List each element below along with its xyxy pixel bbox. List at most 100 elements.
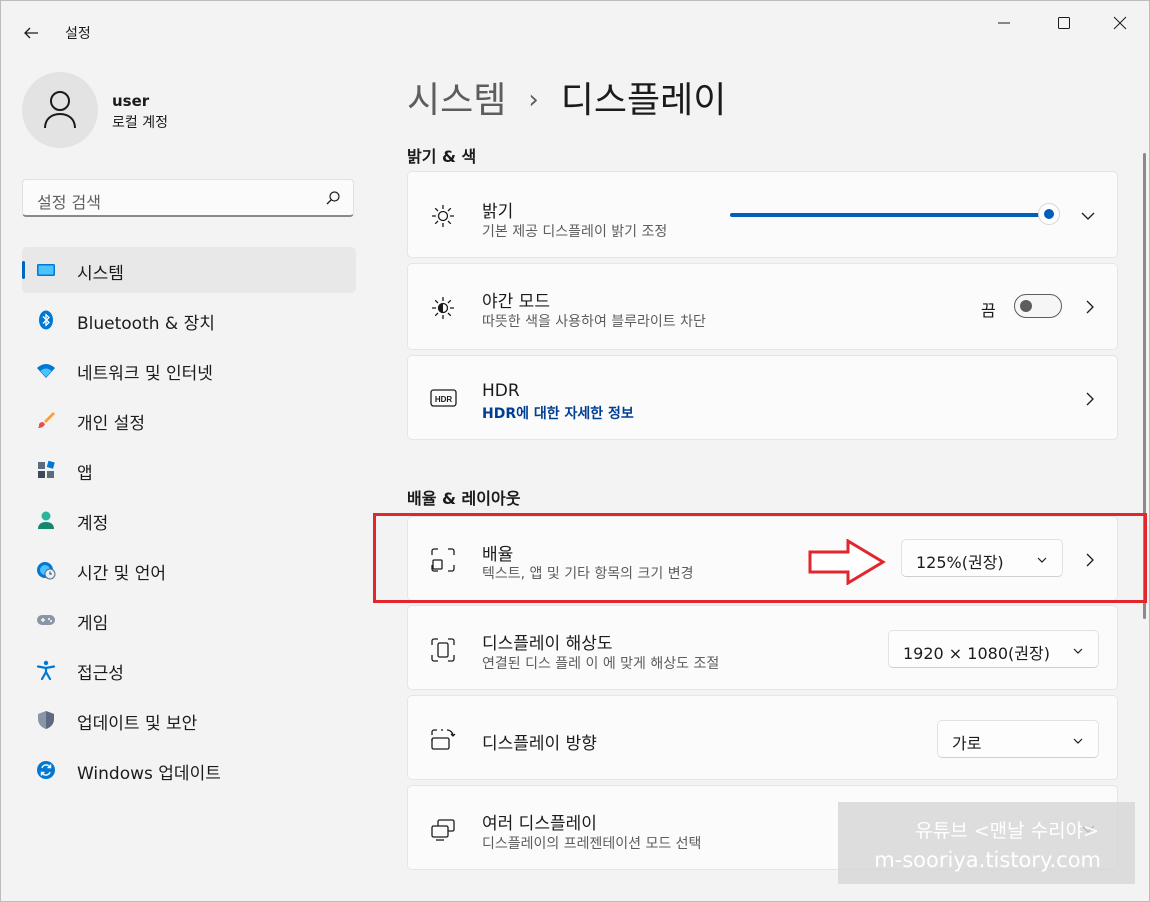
night-light-icon: [432, 297, 454, 319]
account-type: 로컬 계정: [112, 115, 168, 131]
multiple-displays-title: 여러 디스플레이: [482, 814, 597, 834]
app-title: 설정: [65, 26, 91, 42]
breadcrumb-separator: ›: [528, 85, 539, 115]
night-mode-card[interactable]: 야간 모드 따뜻한 색을 사용하여 블루라이트 차단 끔: [407, 263, 1118, 350]
sidebar-item-label: 네트워크 및 인터넷: [77, 364, 213, 384]
brightness-card: 밝기 기본 제공 디스플레이 밝기 조정: [407, 171, 1118, 258]
apps-icon: [38, 460, 55, 478]
settings-window: 설정 user 로컬 계정 설정 검색 시스템 Bluetooth & 장치 네…: [0, 0, 1150, 902]
resolution-subtitle: 연결된 디스 플레 이 에 맞게 해상도 조절: [482, 656, 720, 672]
sun-icon: [432, 205, 454, 227]
update-icon: [37, 761, 55, 779]
brightness-subtitle: 기본 제공 디스플레이 밝기 조정: [482, 224, 668, 240]
watermark-line1: 유튜브 <맨날 수리야>: [915, 820, 1099, 842]
resolution-card: 디스플레이 해상도 연결된 디스 플레 이 에 맞게 해상도 조절 1920 ×…: [407, 605, 1118, 690]
sidebar-item-apps[interactable]: 앱: [22, 447, 356, 493]
sidebar-item-label: 시스템: [77, 264, 124, 284]
night-mode-subtitle: 따뜻한 색을 사용하여 블루라이트 차단: [482, 314, 706, 330]
sidebar-item-accessibility[interactable]: 접근성: [22, 647, 356, 693]
search-icon: [326, 191, 340, 205]
maximize-button[interactable]: [1041, 3, 1087, 41]
user-name: user: [112, 92, 150, 110]
sidebar-item-windows-update[interactable]: Windows 업데이트: [22, 747, 356, 793]
close-icon: [1113, 16, 1127, 30]
orientation-dropdown[interactable]: 가로: [937, 720, 1099, 758]
resolution-icon: [431, 638, 455, 662]
shield-icon: [38, 711, 54, 729]
sidebar-item-system[interactable]: 시스템: [22, 247, 356, 293]
resolution-value: 1920 × 1080(권장): [903, 644, 1050, 663]
night-mode-state: 끔: [981, 301, 996, 320]
gamepad-icon: [37, 615, 55, 625]
brightness-slider-thumb[interactable]: [1038, 203, 1060, 225]
search-input[interactable]: 설정 검색: [22, 179, 354, 217]
sidebar-item-time-language[interactable]: 시간 및 언어: [22, 547, 356, 593]
night-mode-title: 야간 모드: [482, 292, 550, 312]
orientation-card: 디스플레이 방향 가로: [407, 695, 1118, 780]
multiple-displays-icon: [431, 819, 455, 841]
orientation-title: 디스플레이 방향: [482, 734, 597, 754]
orientation-value: 가로: [952, 734, 982, 753]
sidebar-item-label: 앱: [77, 464, 93, 484]
hdr-info-link[interactable]: HDR에 대한 자세한 정보: [482, 403, 634, 423]
arrow-right-icon: [808, 539, 886, 585]
sidebar-item-bluetooth[interactable]: Bluetooth & 장치: [22, 297, 356, 343]
multiple-displays-subtitle: 디스플레이의 프레젠테이션 모드 선택: [482, 836, 702, 852]
sidebar-item-label: 업데이트 및 보안: [77, 714, 198, 734]
sidebar-item-gaming[interactable]: 게임: [22, 597, 356, 643]
minimize-icon: [998, 22, 1010, 24]
sidebar-nav: 시스템 Bluetooth & 장치 네트워크 및 인터넷 개인 설정 앱 계정…: [22, 247, 356, 797]
back-button[interactable]: [19, 21, 43, 45]
svg-text:HDR: HDR: [435, 395, 453, 404]
brightness-title: 밝기: [482, 202, 514, 222]
active-indicator: [22, 261, 25, 279]
wifi-icon: [37, 364, 55, 378]
chevron-right-icon[interactable]: [1082, 299, 1098, 315]
breadcrumb: 시스템 › 디스플레이: [407, 71, 726, 123]
sidebar-item-label: 접근성: [77, 664, 124, 684]
sidebar-item-label: Windows 업데이트: [77, 764, 221, 784]
close-button[interactable]: [1097, 3, 1143, 41]
minimize-button[interactable]: [981, 3, 1027, 41]
resolution-title: 디스플레이 해상도: [482, 634, 613, 654]
brush-icon: [38, 412, 55, 428]
person-icon: [44, 91, 76, 129]
brightness-slider[interactable]: [730, 213, 1052, 217]
section-title-brightness-color: 밝기 & 색: [407, 147, 477, 166]
highlight-box: [373, 513, 1147, 603]
section-title-scale-layout: 배율 & 레이아웃: [407, 489, 521, 508]
search-placeholder: 설정 검색: [37, 193, 101, 212]
chevron-right-icon[interactable]: [1082, 391, 1098, 407]
watermark-line2: m-sooriya.tistory.com: [874, 848, 1101, 872]
title-bar: 설정: [1, 1, 1149, 59]
breadcrumb-parent[interactable]: 시스템: [407, 80, 506, 121]
resolution-dropdown[interactable]: 1920 × 1080(권장): [888, 630, 1099, 668]
avatar[interactable]: [22, 72, 98, 148]
back-arrow-icon: [24, 27, 38, 39]
sidebar-item-network[interactable]: 네트워크 및 인터넷: [22, 347, 356, 393]
sidebar-item-label: 개인 설정: [77, 414, 145, 434]
bluetooth-icon: [39, 310, 53, 330]
watermark: 유튜브 <맨날 수리야> m-sooriya.tistory.com: [838, 802, 1135, 884]
sidebar-item-update-security[interactable]: 업데이트 및 보안: [22, 697, 356, 743]
hdr-card[interactable]: HDR HDR HDR에 대한 자세한 정보: [407, 355, 1118, 440]
chevron-down-icon[interactable]: [1080, 208, 1096, 224]
sidebar-item-label: 게임: [77, 614, 109, 634]
accessibility-icon: [36, 660, 56, 680]
account-icon: [38, 511, 54, 529]
hdr-icon: HDR: [430, 389, 457, 407]
chevron-down-icon: [1073, 648, 1083, 654]
chevron-down-icon: [1073, 738, 1083, 744]
sidebar-item-accounts[interactable]: 계정: [22, 497, 356, 543]
orientation-icon: [431, 729, 456, 750]
globe-clock-icon: [37, 562, 56, 580]
hdr-title: HDR: [482, 381, 520, 401]
maximize-icon: [1058, 17, 1070, 29]
sidebar-item-label: 계정: [77, 514, 109, 534]
system-icon: [37, 264, 55, 276]
sidebar-item-label: 시간 및 언어: [77, 564, 167, 584]
sidebar-item-personalization[interactable]: 개인 설정: [22, 397, 356, 443]
sidebar-item-label: Bluetooth & 장치: [77, 314, 215, 334]
page-title: 디스플레이: [560, 80, 727, 121]
night-mode-toggle[interactable]: [1014, 294, 1062, 318]
